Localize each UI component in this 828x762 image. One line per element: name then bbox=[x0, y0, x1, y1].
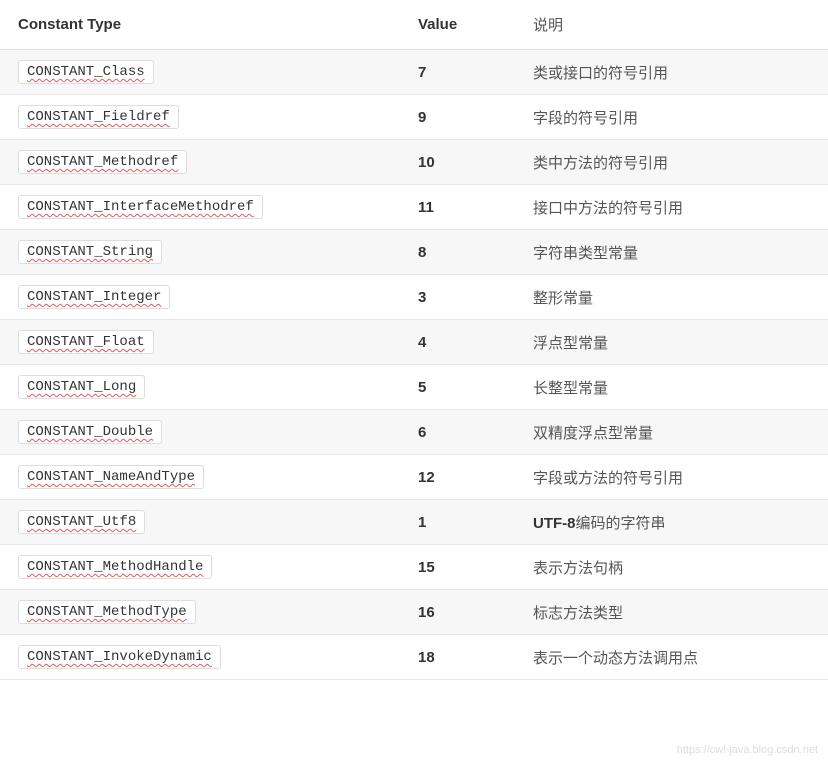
cell-description: 整形常量 bbox=[515, 275, 828, 320]
cell-value: 10 bbox=[400, 140, 515, 185]
constant-type-table: Constant Type Value 说明 CONSTANT_Class 7类或… bbox=[0, 0, 828, 680]
cell-value: 3 bbox=[400, 275, 515, 320]
table-row: CONSTANT_Float 4浮点型常量 bbox=[0, 320, 828, 365]
cell-value: 16 bbox=[400, 590, 515, 635]
code-chip: CONSTANT_Fieldref bbox=[18, 105, 179, 129]
cell-value: 12 bbox=[400, 455, 515, 500]
cell-constant-type: CONSTANT_String bbox=[0, 230, 400, 275]
cell-description: 标志方法类型 bbox=[515, 590, 828, 635]
table-row: CONSTANT_Fieldref 9字段的符号引用 bbox=[0, 95, 828, 140]
cell-constant-type: CONSTANT_Fieldref bbox=[0, 95, 400, 140]
code-chip: CONSTANT_NameAndType bbox=[18, 465, 204, 489]
table-row: CONSTANT_String 8字符串类型常量 bbox=[0, 230, 828, 275]
cell-description: 接口中方法的符号引用 bbox=[515, 185, 828, 230]
cell-value: 8 bbox=[400, 230, 515, 275]
table-row: CONSTANT_InvokeDynamic 18表示一个动态方法调用点 bbox=[0, 635, 828, 680]
cell-constant-type: CONSTANT_Methodref bbox=[0, 140, 400, 185]
cell-constant-type: CONSTANT_Utf8 bbox=[0, 500, 400, 545]
cell-description: UTF-8编码的字符串 bbox=[515, 500, 828, 545]
table-row: CONSTANT_Integer 3整形常量 bbox=[0, 275, 828, 320]
code-chip: CONSTANT_MethodHandle bbox=[18, 555, 212, 579]
cell-value: 4 bbox=[400, 320, 515, 365]
table-row: CONSTANT_NameAndType 12字段或方法的符号引用 bbox=[0, 455, 828, 500]
cell-description: 表示方法句柄 bbox=[515, 545, 828, 590]
cell-constant-type: CONSTANT_Integer bbox=[0, 275, 400, 320]
header-value: Value bbox=[400, 0, 515, 50]
cell-value: 6 bbox=[400, 410, 515, 455]
table-header-row: Constant Type Value 说明 bbox=[0, 0, 828, 50]
table-row: CONSTANT_Class 7类或接口的符号引用 bbox=[0, 50, 828, 95]
cell-description: 双精度浮点型常量 bbox=[515, 410, 828, 455]
cell-description: 类中方法的符号引用 bbox=[515, 140, 828, 185]
watermark: https://cwl-java.blog.csdn.net bbox=[677, 744, 818, 756]
code-chip: CONSTANT_MethodType bbox=[18, 600, 196, 624]
cell-constant-type: CONSTANT_InvokeDynamic bbox=[0, 635, 400, 680]
cell-constant-type: CONSTANT_MethodHandle bbox=[0, 545, 400, 590]
code-chip: CONSTANT_Double bbox=[18, 420, 162, 444]
cell-description: 长整型常量 bbox=[515, 365, 828, 410]
code-chip: CONSTANT_Methodref bbox=[18, 150, 187, 174]
cell-constant-type: CONSTANT_InterfaceMethodref bbox=[0, 185, 400, 230]
table-row: CONSTANT_InterfaceMethodref 11接口中方法的符号引用 bbox=[0, 185, 828, 230]
table-row: CONSTANT_Long 5长整型常量 bbox=[0, 365, 828, 410]
header-description: 说明 bbox=[515, 0, 828, 50]
table-row: CONSTANT_MethodType 16标志方法类型 bbox=[0, 590, 828, 635]
cell-value: 11 bbox=[400, 185, 515, 230]
table-row: CONSTANT_MethodHandle 15表示方法句柄 bbox=[0, 545, 828, 590]
cell-constant-type: CONSTANT_MethodType bbox=[0, 590, 400, 635]
table-row: CONSTANT_Double 6双精度浮点型常量 bbox=[0, 410, 828, 455]
code-chip: CONSTANT_Utf8 bbox=[18, 510, 145, 534]
code-chip: CONSTANT_Integer bbox=[18, 285, 170, 309]
cell-description: 字段或方法的符号引用 bbox=[515, 455, 828, 500]
code-chip: CONSTANT_InvokeDynamic bbox=[18, 645, 221, 669]
cell-value: 1 bbox=[400, 500, 515, 545]
code-chip: CONSTANT_String bbox=[18, 240, 162, 264]
cell-constant-type: CONSTANT_Long bbox=[0, 365, 400, 410]
cell-description: 字段的符号引用 bbox=[515, 95, 828, 140]
cell-description: 表示一个动态方法调用点 bbox=[515, 635, 828, 680]
cell-constant-type: CONSTANT_Float bbox=[0, 320, 400, 365]
cell-constant-type: CONSTANT_Double bbox=[0, 410, 400, 455]
header-constant-type: Constant Type bbox=[0, 0, 400, 50]
cell-constant-type: CONSTANT_NameAndType bbox=[0, 455, 400, 500]
code-chip: CONSTANT_Float bbox=[18, 330, 154, 354]
table-row: CONSTANT_Methodref 10类中方法的符号引用 bbox=[0, 140, 828, 185]
cell-description: 字符串类型常量 bbox=[515, 230, 828, 275]
cell-value: 7 bbox=[400, 50, 515, 95]
cell-value: 5 bbox=[400, 365, 515, 410]
cell-value: 15 bbox=[400, 545, 515, 590]
cell-constant-type: CONSTANT_Class bbox=[0, 50, 400, 95]
cell-value: 9 bbox=[400, 95, 515, 140]
code-chip: CONSTANT_Long bbox=[18, 375, 145, 399]
cell-description: 类或接口的符号引用 bbox=[515, 50, 828, 95]
table-row: CONSTANT_Utf8 1UTF-8编码的字符串 bbox=[0, 500, 828, 545]
cell-value: 18 bbox=[400, 635, 515, 680]
cell-description: 浮点型常量 bbox=[515, 320, 828, 365]
code-chip: CONSTANT_InterfaceMethodref bbox=[18, 195, 263, 219]
code-chip: CONSTANT_Class bbox=[18, 60, 154, 84]
